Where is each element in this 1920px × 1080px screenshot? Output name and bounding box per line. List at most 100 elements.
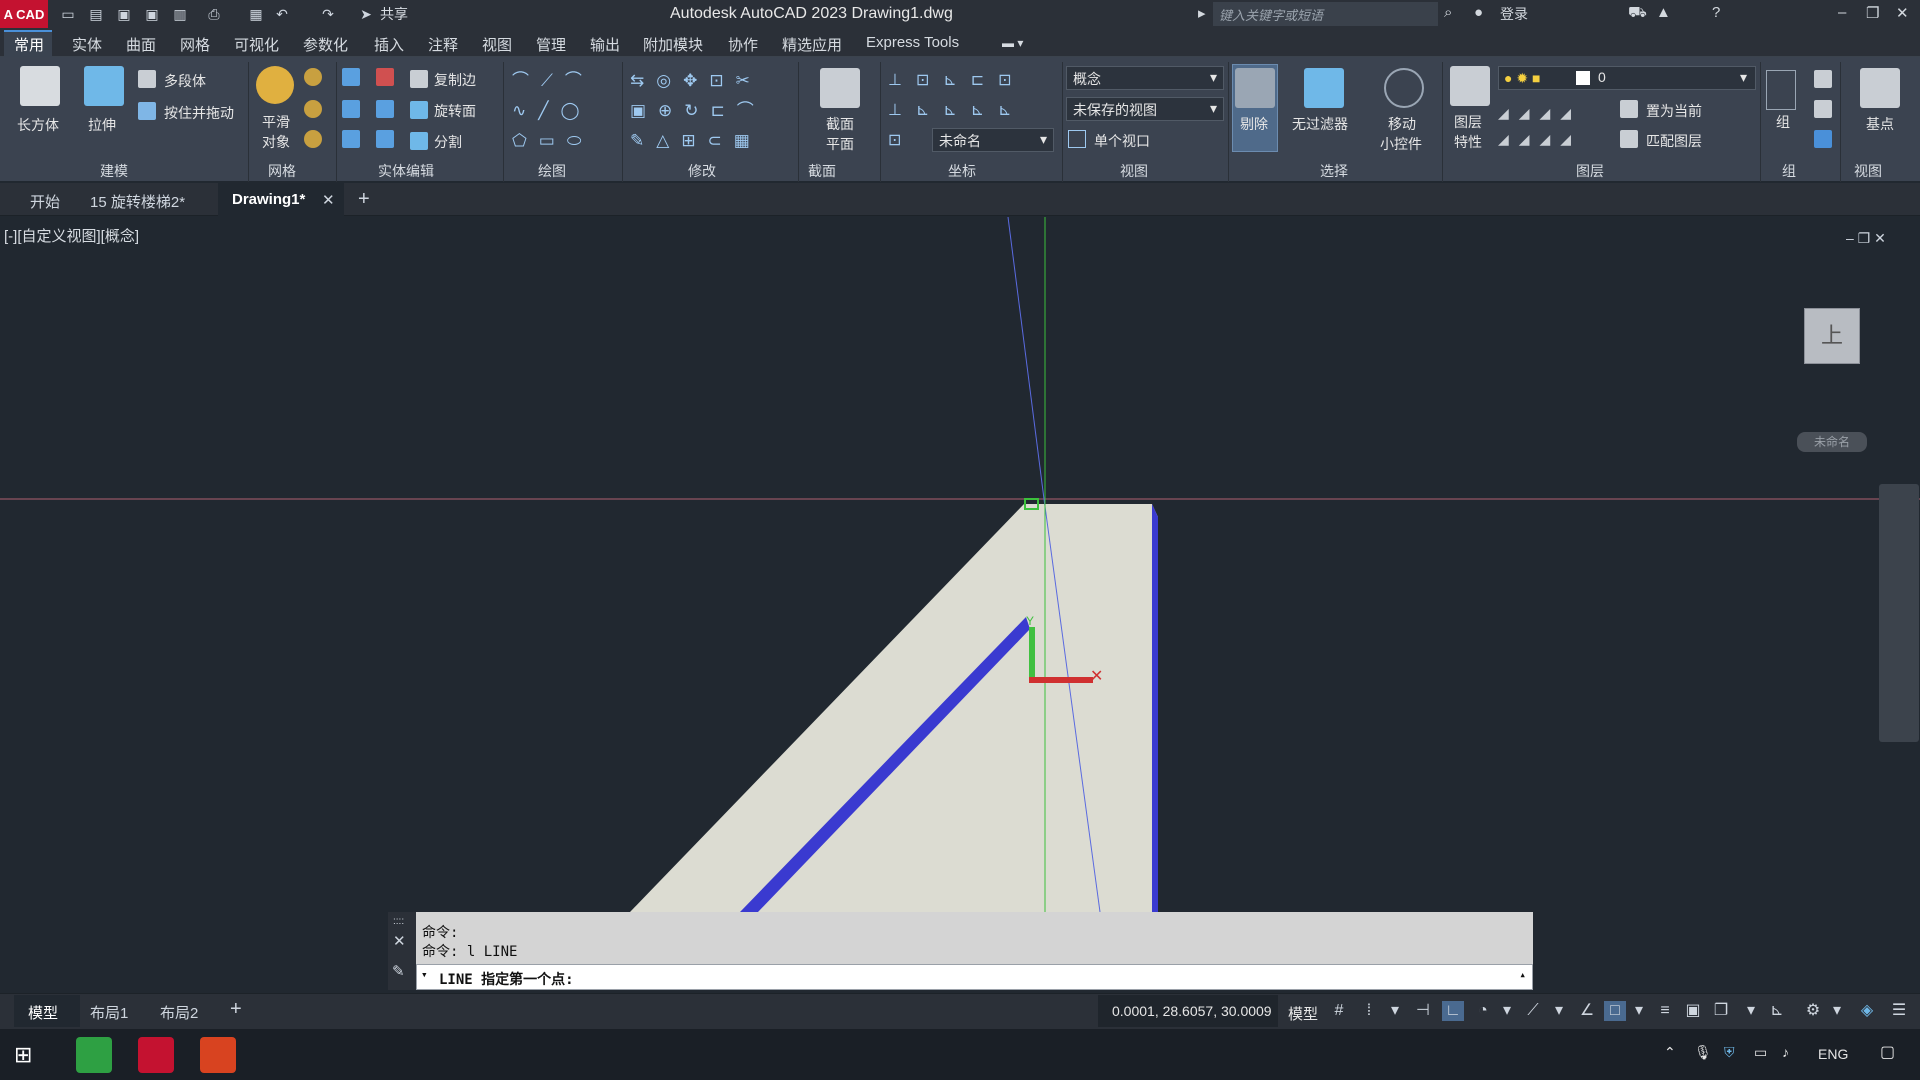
coordinates-panel-title[interactable]: 坐标	[948, 161, 976, 181]
visual-style-dropdown[interactable]: 概念 ▾	[1066, 66, 1224, 90]
chevron-down-icon[interactable]: ▾	[1826, 1001, 1848, 1021]
layer-props-label-2[interactable]: 特性	[1454, 132, 1482, 152]
section-label-1[interactable]: 截面	[826, 114, 854, 134]
new-tab-icon[interactable]: +	[358, 188, 370, 211]
snap-mode-icon[interactable]: ⁞	[1358, 1001, 1380, 1021]
chevron-down-icon[interactable]: ▾	[1384, 1001, 1406, 1021]
view-panel-title[interactable]: 视图	[1120, 161, 1148, 181]
revolve-face-button[interactable]: 旋转面	[434, 101, 476, 121]
viewport-config-button[interactable]: 单个视口	[1094, 131, 1150, 151]
input-language[interactable]: ENG	[1818, 1046, 1848, 1062]
expand-history-icon[interactable]: ▴	[1519, 968, 1526, 981]
group-edit-icon[interactable]	[1814, 100, 1832, 118]
save-icon[interactable]: ▣	[114, 4, 134, 24]
copy-edges-button[interactable]: 复制边	[434, 70, 476, 90]
search-icon[interactable]: ⌕	[1444, 4, 1452, 21]
close-tab-icon[interactable]: ✕	[322, 191, 335, 209]
tab-collaborate[interactable]: 协作	[728, 34, 758, 55]
share-icon[interactable]: ➤	[356, 4, 376, 24]
grip-icon[interactable]: ::::	[393, 916, 404, 927]
isolate-objects-icon[interactable]: ◈	[1856, 1001, 1878, 1021]
tab-manage[interactable]: 管理	[536, 34, 566, 55]
tab-express-tools[interactable]: Express Tools	[866, 34, 959, 51]
selection-panel-title[interactable]: 选择	[1320, 161, 1348, 181]
layer-tools-grid[interactable]: ◢◢◢◢ ◢◢◢◢	[1498, 100, 1608, 148]
thicken-icon[interactable]	[342, 130, 360, 148]
tab-surface[interactable]: 曲面	[126, 34, 156, 55]
search-expand-icon[interactable]: ▸	[1198, 4, 1206, 22]
add-layout-icon[interactable]: +	[230, 998, 242, 1021]
slice-button[interactable]: 分割	[434, 132, 462, 152]
section-panel-title[interactable]: 截面	[808, 161, 836, 181]
object-snap-icon[interactable]: □	[1604, 1001, 1626, 1021]
tab-solid[interactable]: 实体	[72, 34, 102, 55]
transparency-icon[interactable]: ▣	[1682, 1001, 1704, 1021]
restore-icon[interactable]: ❐	[1866, 4, 1879, 22]
close-icon[interactable]: ✕	[1896, 4, 1909, 22]
help-icon[interactable]: ?	[1712, 4, 1720, 21]
ucs-icon[interactable]: ⊡	[888, 130, 910, 152]
modify-panel-title[interactable]: 修改	[688, 161, 716, 181]
polar-tracking-icon[interactable]: ◔	[1472, 1001, 1494, 1021]
chevron-down-icon[interactable]: ▾	[1740, 1001, 1762, 1021]
microphone-icon[interactable]: 🎙	[1694, 1044, 1712, 1061]
section-label-2[interactable]: 平面	[826, 134, 854, 154]
tab-visualize[interactable]: 可视化	[234, 34, 279, 55]
network-icon[interactable]: ▭	[1754, 1044, 1767, 1061]
smooth-label-2[interactable]: 对象	[262, 132, 290, 152]
match-layer-button[interactable]: 匹配图层	[1646, 131, 1702, 151]
navigation-bar[interactable]	[1879, 484, 1919, 742]
box-button[interactable]: 长方体	[17, 115, 59, 135]
viewcube-ucs-menu[interactable]: 未命名	[1797, 432, 1867, 452]
solid-edit-panel-title[interactable]: 实体编辑	[378, 161, 434, 181]
isodraft-icon[interactable]: ⟋	[1522, 1001, 1544, 1021]
chevron-down-icon[interactable]: ▾	[1496, 1001, 1518, 1021]
layout-tab-layout2[interactable]: 布局2	[160, 1002, 198, 1023]
new-icon[interactable]: ▭	[58, 4, 78, 24]
selection-cycling-icon[interactable]: ❐	[1710, 1001, 1732, 1021]
tab-output[interactable]: 输出	[590, 34, 620, 55]
notifications-icon[interactable]: ▢	[1880, 1042, 1895, 1062]
autodesk-account-icon[interactable]: ▲	[1656, 4, 1671, 21]
customize-menu-icon[interactable]: ☰	[1888, 1001, 1910, 1021]
mesh-panel-title[interactable]: 网格	[268, 161, 296, 181]
group-button[interactable]: 组	[1776, 112, 1790, 132]
customize-wrench-icon[interactable]: ✎	[392, 962, 405, 980]
view2-panel-title[interactable]: 视图	[1854, 161, 1882, 181]
recent-commands-icon[interactable]: ▾	[421, 968, 428, 981]
infer-constraints-icon[interactable]: ⊣	[1412, 1001, 1434, 1021]
viewport-controls-label[interactable]: [-][自定义视图][概念]	[4, 225, 139, 246]
save-as-icon[interactable]: ▣	[142, 4, 162, 24]
layers-panel-title[interactable]: 图层	[1576, 161, 1604, 181]
layout-tab-model[interactable]: 模型	[28, 1002, 58, 1023]
interfere-icon[interactable]	[376, 100, 394, 118]
no-filter-button[interactable]: 无过滤器	[1292, 114, 1348, 134]
print-icon[interactable]: ⎙	[204, 4, 224, 24]
basepoint-button[interactable]: 基点	[1866, 114, 1894, 134]
ucs-dropdown[interactable]: 未命名 ▾	[932, 128, 1054, 152]
model-space-button[interactable]: 模型	[1288, 1003, 1318, 1024]
viewcube[interactable]: 上	[1804, 308, 1860, 364]
mesh-tool-icon-2[interactable]	[304, 100, 322, 118]
groups-panel-title[interactable]: 组	[1782, 161, 1796, 181]
extrude-button[interactable]: 拉伸	[88, 115, 116, 135]
login-button[interactable]: 登录	[1500, 4, 1528, 24]
intersect-icon[interactable]	[342, 100, 360, 118]
tab-insert[interactable]: 插入	[374, 34, 404, 55]
undo-icon[interactable]: ↶	[272, 4, 292, 24]
tab-featured-apps[interactable]: 精选应用	[782, 34, 842, 55]
group-select-icon[interactable]	[1814, 130, 1832, 148]
imprint-icon[interactable]	[376, 130, 394, 148]
print-icon-2[interactable]: ▦	[246, 4, 266, 24]
coordinate-readout[interactable]: 0.0001, 28.6057, 30.0009	[1098, 995, 1278, 1027]
tab-parametric[interactable]: 参数化	[303, 34, 348, 55]
ribbon-toggle-icon[interactable]: ▬ ▾	[1002, 36, 1023, 50]
ucs-dynamic-icon[interactable]: ⊾	[1766, 1001, 1788, 1021]
tray-chevron-icon[interactable]: ⌃	[1664, 1044, 1676, 1061]
tab-annotate[interactable]: 注释	[428, 34, 458, 55]
command-input[interactable]: ▾ LINE 指定第一个点: ▴	[416, 964, 1533, 990]
ortho-icon[interactable]: ∟	[1442, 1001, 1464, 1021]
cart-icon[interactable]: ⛟	[1628, 4, 1647, 23]
tab-addins[interactable]: 附加模块	[643, 34, 703, 55]
file-tab-drawing1[interactable]: Drawing1*	[232, 191, 305, 208]
